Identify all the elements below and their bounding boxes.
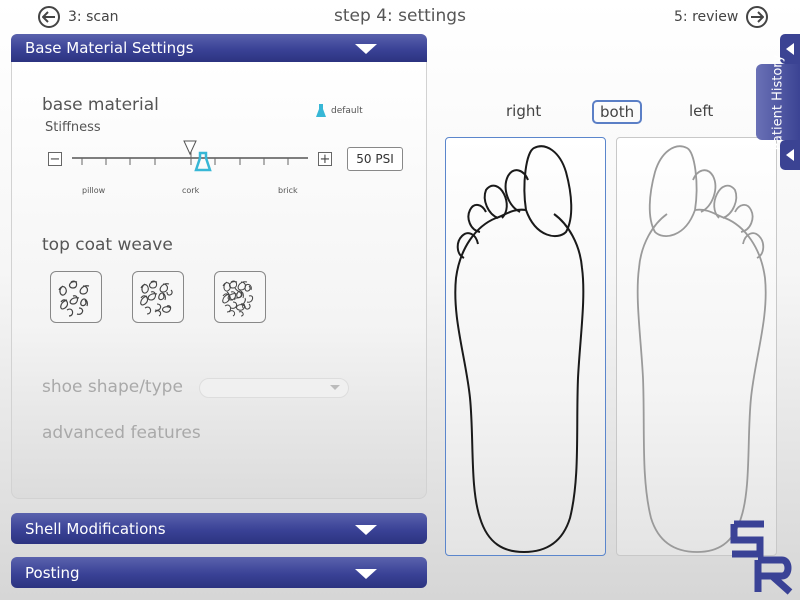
- left-foot-card[interactable]: [616, 137, 777, 556]
- sr-logo: [730, 518, 796, 596]
- weave-dense-button[interactable]: [214, 271, 266, 323]
- arrow-right-icon: [746, 6, 769, 28]
- select-right-foot[interactable]: right: [506, 102, 541, 120]
- advanced-features-link[interactable]: advanced features: [42, 423, 201, 443]
- next-to-review-button[interactable]: 5: review: [674, 6, 769, 28]
- weave-medium-button[interactable]: [132, 271, 184, 323]
- slider-label-cork: cork: [182, 186, 200, 195]
- stiffness-value-field[interactable]: 50 PSI: [347, 147, 403, 171]
- shoe-shape-select[interactable]: [199, 378, 349, 398]
- base-material-panel-title: Base Material Settings: [25, 39, 194, 57]
- slider-label-brick: brick: [278, 186, 298, 195]
- stiffness-slider[interactable]: [70, 138, 310, 178]
- patient-history-label: Patient History: [770, 54, 786, 150]
- base-material-panel-header[interactable]: Base Material Settings: [11, 34, 427, 62]
- stiffness-label: Stiffness: [45, 120, 101, 135]
- select-both-feet[interactable]: both: [592, 100, 643, 124]
- expand-caret-icon: [355, 569, 377, 579]
- weave-light-icon: [58, 280, 90, 317]
- select-left-foot[interactable]: left: [689, 102, 713, 120]
- shell-modifications-panel-header[interactable]: Shell Modifications: [11, 513, 427, 544]
- base-material-heading: base material: [42, 95, 159, 115]
- sr-logo-mark: [730, 520, 793, 595]
- collapse-caret-icon: [355, 44, 377, 54]
- weave-medium-icon: [140, 280, 173, 317]
- posting-title: Posting: [25, 563, 80, 582]
- stiffness-decrease-button[interactable]: −: [48, 152, 62, 166]
- weave-light-button[interactable]: [50, 271, 102, 323]
- posting-panel-header[interactable]: Posting: [11, 557, 427, 588]
- default-label: default: [331, 106, 363, 116]
- slider-label-pillow: pillow: [82, 186, 106, 195]
- right-foot-card[interactable]: [445, 137, 606, 556]
- next-label: 5: review: [674, 9, 739, 25]
- default-legend: default: [316, 104, 363, 118]
- left-foot-outline-icon: [636, 145, 767, 553]
- stiffness-increase-button[interactable]: +: [318, 152, 332, 166]
- triangle-left-icon: [786, 149, 794, 161]
- triangle-left-icon: [786, 43, 794, 55]
- right-foot-outline-icon: [454, 145, 585, 554]
- patient-history-tab[interactable]: Patient History: [756, 54, 800, 150]
- shell-modifications-title: Shell Modifications: [25, 519, 166, 538]
- default-marker-icon: [316, 104, 326, 117]
- chevron-down-icon: [330, 385, 340, 390]
- shoe-shape-label: shoe shape/type: [42, 377, 183, 397]
- top-coat-weave-heading: top coat weave: [42, 235, 173, 255]
- expand-caret-icon: [355, 525, 377, 535]
- history-expand-toggle[interactable]: [780, 140, 800, 170]
- weave-dense-icon: [222, 280, 254, 317]
